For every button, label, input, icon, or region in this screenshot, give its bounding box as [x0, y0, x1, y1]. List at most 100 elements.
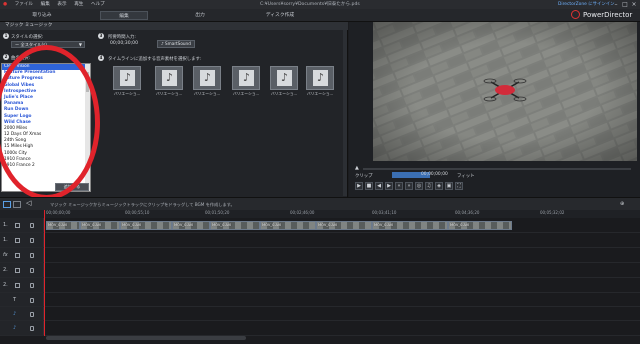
video-clip[interactable]: MOV_0.AVI — [260, 221, 316, 230]
seek-bar[interactable] — [363, 168, 631, 170]
video-clip[interactable]: MOV_0.AVI — [210, 221, 260, 230]
video-track-2[interactable]: 2. — [0, 263, 640, 278]
video-icon[interactable] — [15, 268, 20, 273]
track-header: ♪ — [0, 321, 44, 335]
timeline-ruler[interactable]: 00;00;00;00 00;00;55;10 00;01;50;20 00;0… — [0, 210, 640, 218]
timeline-scrollbar[interactable] — [46, 336, 246, 340]
snapshot-icon[interactable]: ◎ — [415, 182, 423, 190]
video-clip[interactable]: MOV_0.AVI — [448, 221, 512, 230]
audio-track-2[interactable]: 2. — [0, 278, 640, 293]
tab-capture[interactable]: 取り込み — [22, 11, 62, 20]
lock-icon[interactable] — [30, 238, 34, 243]
clip-label: MOV_0.AVI — [262, 223, 282, 227]
fit-dropdown[interactable]: フィット — [457, 173, 474, 179]
clip-mode-label[interactable]: クリップ — [355, 173, 373, 179]
track-header: 1. — [0, 218, 44, 232]
track-label: 1. — [3, 237, 8, 243]
lock-icon[interactable] — [30, 223, 34, 228]
tab-produce[interactable]: 出力 — [180, 11, 220, 20]
music-note-icon: ♪ — [13, 325, 17, 331]
directorzone-link[interactable]: DirectorZone にサインイン — [558, 0, 615, 9]
timeline-tracks: 1. MOV_0.AVI MOV_0.AVI MOV_0.AVI MOV_0.A… — [0, 218, 640, 336]
video-clip[interactable]: MOV_0.AVI — [46, 221, 80, 230]
track-header: ♪ — [0, 307, 44, 320]
tab-disc[interactable]: ディスク作成 — [250, 11, 310, 20]
close-icon[interactable]: × — [630, 1, 638, 8]
music-thumb[interactable]: ♪ — [232, 66, 260, 90]
undock-icon[interactable]: ▣ — [445, 182, 453, 190]
clip-label: MOV_0.AVI — [82, 223, 102, 227]
triangle-icon: ▲ — [355, 165, 359, 171]
3d-icon[interactable]: ◈ — [435, 182, 443, 190]
powerdirector-logo-icon — [571, 9, 580, 19]
title-track[interactable]: T — [0, 293, 640, 307]
clip-label: MOV_0.AVI — [450, 223, 470, 227]
fullscreen-icon[interactable]: ⛶ — [455, 182, 463, 190]
clip-label: MOV_0.AVI — [374, 223, 394, 227]
lock-icon[interactable] — [30, 298, 34, 303]
timeline-view-icon[interactable] — [13, 201, 21, 208]
music-thumb-label: バリエーショ... — [270, 91, 298, 96]
lock-icon[interactable] — [30, 312, 34, 317]
tab-edit[interactable]: 編集 — [100, 11, 148, 20]
track-label: fx — [3, 252, 8, 258]
play-icon[interactable]: ▶ — [355, 182, 363, 190]
storyboard-icon[interactable] — [3, 201, 11, 208]
prev-frame-icon[interactable]: ◀ — [375, 182, 383, 190]
panel-header: マジック ミュージック — [0, 22, 348, 30]
ruler-tick: 00;03;41;10 — [372, 210, 397, 215]
voice-track[interactable]: ♪ — [0, 307, 640, 321]
video-clip[interactable]: MOV_0.AVI — [120, 221, 172, 230]
music-thumb-label: バリエーショ... — [193, 91, 221, 96]
music-thumb[interactable]: ♪ — [306, 66, 334, 90]
audio-track-1[interactable]: 1. — [0, 233, 640, 248]
music-track[interactable]: ♪ — [0, 321, 640, 336]
smartsound-button[interactable]: ♪ SmartSound — [157, 40, 195, 48]
preview-panel: ▲ クリップ 00;00;00;00 フィット ▶ ■ ◀ ▶ « » ◎ ♫ … — [349, 22, 640, 197]
video-clip[interactable]: MOV_0.AVI — [372, 221, 448, 230]
next-frame-icon[interactable]: ▶ — [385, 182, 393, 190]
music-note-icon: ♪ — [120, 70, 135, 86]
video-track-1[interactable]: 1. MOV_0.AVI MOV_0.AVI MOV_0.AVI MOV_0.A… — [0, 218, 640, 233]
menu-bar: ● ファイル 編集 表示 再生 ヘルプ C:¥Users¥sorry¥Docum… — [0, 0, 640, 9]
audio-icon[interactable] — [15, 238, 20, 243]
stop-icon[interactable]: ■ — [365, 182, 373, 190]
music-thumb[interactable]: ♪ — [155, 66, 183, 90]
app-icon[interactable]: ● — [3, 0, 7, 9]
menu-play[interactable]: 再生 — [74, 0, 83, 9]
lock-icon[interactable] — [30, 253, 34, 258]
ruler-tick: 00;05;32;02 — [540, 210, 565, 215]
panel-scrollbar[interactable] — [343, 30, 347, 196]
menu-edit[interactable]: 編集 — [41, 0, 50, 9]
video-icon[interactable] — [15, 223, 20, 228]
speaker-icon[interactable]: ◁ — [26, 199, 31, 207]
music-thumb-label: バリエーショ... — [155, 91, 183, 96]
lock-icon[interactable] — [30, 283, 34, 288]
video-clip[interactable]: MOV_0.AVI — [316, 221, 372, 230]
fx-icon[interactable] — [15, 253, 20, 258]
forward-icon[interactable]: » — [405, 182, 413, 190]
playhead[interactable] — [44, 210, 45, 336]
volume-icon[interactable]: ♫ — [425, 182, 433, 190]
video-clip[interactable]: MOV_0.AVI — [172, 221, 210, 230]
lock-icon[interactable] — [30, 326, 34, 331]
duration-field[interactable]: 00;00;30;00 — [110, 41, 138, 46]
video-clip[interactable]: MOV_0.AVI — [80, 221, 120, 230]
menu-help[interactable]: ヘルプ — [91, 0, 105, 9]
audio-icon[interactable] — [15, 283, 20, 288]
step4-badge: 4 — [98, 55, 104, 61]
music-thumb[interactable]: ♪ — [113, 66, 141, 90]
music-note-icon: ♪ — [277, 70, 292, 86]
music-thumb[interactable]: ♪ — [270, 66, 298, 90]
music-note-icon: ♪ — [162, 70, 177, 86]
fx-track[interactable]: fx — [0, 248, 640, 263]
music-thumb[interactable]: ♪ — [193, 66, 221, 90]
lock-icon[interactable] — [30, 268, 34, 273]
minimize-icon[interactable]: – — [612, 1, 620, 8]
rewind-icon[interactable]: « — [395, 182, 403, 190]
menu-view[interactable]: 表示 — [57, 0, 66, 9]
maximize-icon[interactable]: □ — [621, 1, 629, 8]
menu-file[interactable]: ファイル — [15, 0, 33, 9]
zoom-slider-icon[interactable]: ⊕ — [620, 201, 630, 207]
preview-image — [373, 22, 637, 161]
